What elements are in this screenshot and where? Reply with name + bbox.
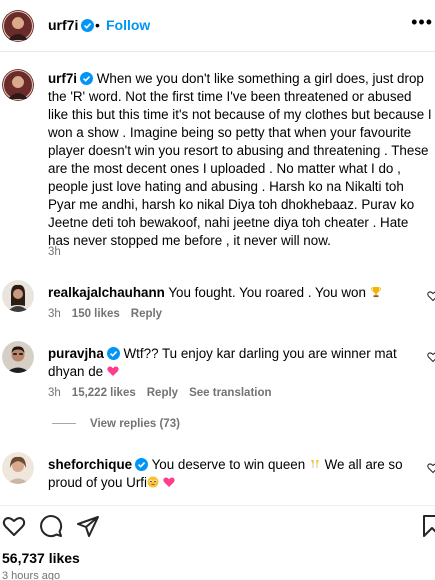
verified-badge-icon <box>135 458 149 471</box>
more-options-icon[interactable]: ••• <box>411 13 433 31</box>
commenter-username[interactable]: puravjha <box>48 346 104 361</box>
caption-username[interactable]: urf7i <box>48 71 77 86</box>
commenter-username[interactable]: sheforchique <box>48 457 132 472</box>
comment-likes[interactable]: 15,222 likes <box>72 387 136 399</box>
bookmark-icon[interactable] <box>420 514 435 538</box>
share-icon[interactable] <box>76 514 100 538</box>
post-action-bar <box>0 505 435 545</box>
comment-meta: 3h 15,222 likes Reply See translation <box>48 387 283 399</box>
view-replies-button[interactable]: View replies (73) <box>52 418 180 430</box>
commenter-avatar[interactable] <box>2 452 34 484</box>
comment-meta: 3h 150 likes Reply <box>48 308 173 320</box>
verified-badge-icon <box>106 347 120 360</box>
verified-badge-icon <box>81 19 95 32</box>
reply-button[interactable]: Reply <box>147 387 178 399</box>
comment-likes[interactable]: 150 likes <box>72 308 120 320</box>
comment-text: realkajalchauhann You fought. You roared… <box>48 284 418 302</box>
caption-timestamp: 3h <box>48 246 61 258</box>
pink-heart-icon <box>163 476 175 488</box>
commenter-avatar[interactable] <box>2 341 34 373</box>
replies-divider <box>52 423 76 425</box>
like-comment-icon[interactable] <box>427 462 435 474</box>
like-comment-icon[interactable] <box>427 351 435 363</box>
like-comment-icon[interactable] <box>427 290 435 302</box>
comment-text: sheforchique You deserve to win queen We… <box>48 457 403 490</box>
trophy-icon <box>370 286 382 298</box>
comment-timestamp: 3h <box>48 308 61 320</box>
caption-author-avatar[interactable] <box>2 69 34 101</box>
reply-button[interactable]: Reply <box>131 308 162 320</box>
comment-icon[interactable] <box>39 514 63 538</box>
verified-badge-icon <box>80 72 94 85</box>
follow-button[interactable]: Follow <box>106 17 150 33</box>
author-username[interactable]: urf7i <box>48 17 95 33</box>
comment-text: puravjha Wtf?? Tu enjoy kar darling you … <box>48 346 397 379</box>
pink-heart-icon <box>107 365 119 377</box>
see-translation-button[interactable]: See translation <box>189 387 271 399</box>
heart-icon[interactable] <box>2 514 26 538</box>
pleading-face-icon <box>147 476 159 488</box>
post-caption: urf7i When we you don't like something a… <box>48 70 432 250</box>
header-separator: • <box>95 17 100 33</box>
post-timestamp: 3 hours ago <box>2 570 61 580</box>
clinking-glasses-icon <box>309 458 321 470</box>
commenter-username[interactable]: realkajalchauhann <box>48 285 165 300</box>
comment-timestamp: 3h <box>48 387 61 399</box>
caption-text: When we you don't like something a girl … <box>48 71 432 248</box>
post-header: urf7i • Follow ••• <box>0 0 435 52</box>
post-like-count[interactable]: 56,737 likes <box>2 550 80 566</box>
author-avatar[interactable] <box>2 10 34 42</box>
commenter-avatar[interactable] <box>2 280 34 312</box>
